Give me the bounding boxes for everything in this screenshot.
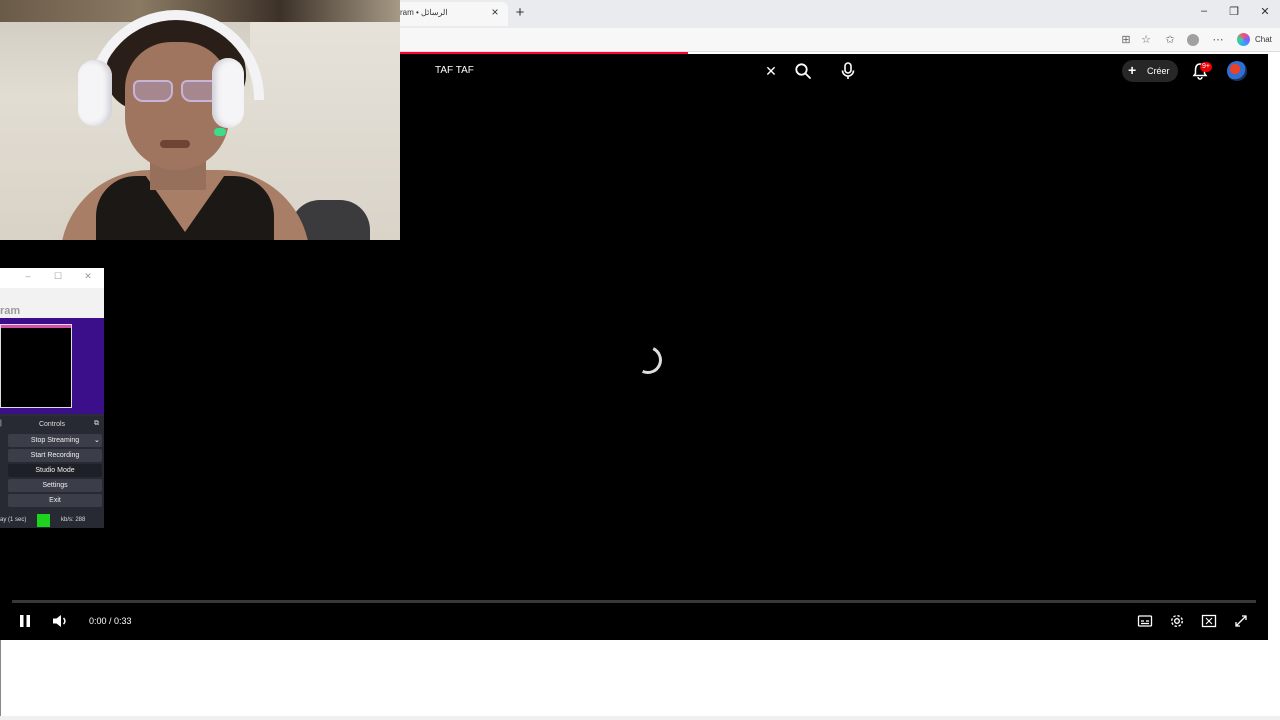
notification-badge: 9+ [1200,62,1212,72]
minimize-button[interactable]: – [1196,5,1212,17]
undock-icon[interactable]: ⧉ [94,420,99,428]
page-below-player [0,640,1280,720]
browser-profile-icon[interactable] [1187,34,1199,46]
miniplayer-icon[interactable] [1201,613,1217,629]
new-tab-button[interactable]: + [512,4,528,21]
pause-icon[interactable] [18,614,32,628]
close-window-button[interactable]: ✕ [1257,5,1273,18]
restore-button[interactable]: ❐ [1226,5,1242,18]
reading-view-icon[interactable]: ⊞ [1119,33,1133,46]
account-avatar[interactable] [1227,61,1247,81]
obs-minimize-button[interactable]: – [22,271,34,281]
create-label: Créer [1147,66,1170,76]
obs-window[interactable]: – ☐ ✕ ram | Controls ⧉ Stop Streaming ⌄ … [0,268,104,528]
time-display: 0:00 / 0:33 [89,616,132,626]
page-scrollbar[interactable] [1268,54,1280,640]
search-input[interactable]: TAF TAF [435,65,474,76]
exit-button[interactable]: Exit [8,494,102,507]
tab-close-icon[interactable]: × [488,5,502,19]
browser-tab[interactable]: ram • الرسائل × [392,2,508,26]
obs-delay-status: ay (1 sec) [0,517,27,523]
obs-preview [0,324,72,408]
obs-controls-title: Controls [38,421,66,428]
more-icon[interactable]: ⋯ [1211,33,1225,46]
studio-mode-button[interactable]: Studio Mode [8,464,102,477]
subtitles-icon[interactable] [1137,613,1153,629]
create-button[interactable]: + Créer [1122,60,1178,82]
obs-titlebar[interactable]: – ☐ ✕ [0,268,104,288]
stop-streaming-label: Stop Streaming [30,437,80,444]
obs-close-button[interactable]: ✕ [82,271,94,282]
favorite-star-icon[interactable]: ☆ [1139,33,1153,46]
plus-icon: + [1128,62,1137,78]
obs-controls-dock: | Controls ⧉ Stop Streaming ⌄ Start Reco… [0,416,104,528]
chat-label[interactable]: Chat [1255,35,1272,44]
fullscreen-icon[interactable] [1233,613,1249,629]
volume-icon[interactable] [51,613,69,629]
obs-program-label: ram [0,305,21,317]
webcam-overlay [0,0,400,240]
favorites-icon[interactable]: ✩ [1163,33,1177,46]
stop-streaming-button[interactable]: Stop Streaming ⌄ [8,434,102,447]
copilot-icon[interactable] [1237,33,1250,46]
video-progress-bar[interactable] [12,600,1256,603]
microphone-icon[interactable] [840,62,856,80]
bitrate-status: kb/s: 288 [61,517,86,523]
tab-title: ram • الرسائل [400,8,448,17]
stream-health-indicator [37,514,50,527]
settings-gear-icon[interactable] [1169,613,1185,629]
settings-button[interactable]: Settings [8,479,102,492]
search-icon[interactable] [794,62,812,80]
clear-search-icon[interactable]: ✕ [763,63,779,80]
start-recording-button[interactable]: Start Recording [8,449,102,462]
chevron-down-icon[interactable]: ⌄ [94,434,100,447]
obs-maximize-button[interactable]: ☐ [52,271,64,282]
